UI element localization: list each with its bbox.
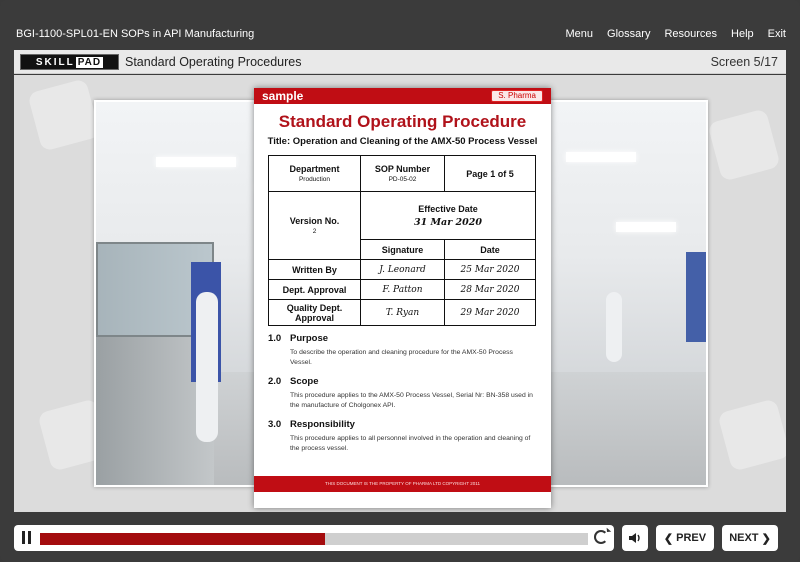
- next-button[interactable]: NEXT ❯: [722, 525, 778, 551]
- document-subtitle: Title: Operation and Cleaning of the AMX…: [267, 136, 538, 147]
- replay-icon[interactable]: [594, 530, 608, 544]
- document-header: sample S. Pharma: [254, 88, 551, 104]
- section-responsibility: 3.0 Responsibility This procedure applies…: [268, 419, 531, 452]
- skillpad-logo: SKILL PAD: [20, 54, 119, 70]
- screen-title: Standard Operating Procedures: [125, 55, 302, 69]
- player-controls: ❮ PREV NEXT ❯: [0, 520, 800, 558]
- sop-number-cell: SOP Number PD-05-02: [360, 155, 445, 192]
- sop-document: sample S. Pharma Standard Operating Proc…: [254, 88, 551, 508]
- speaker-icon: [629, 533, 640, 543]
- audio-button[interactable]: [622, 525, 648, 551]
- progress-fill: [40, 533, 325, 545]
- pause-icon[interactable]: [22, 531, 34, 545]
- document-title: Standard Operating Procedure: [278, 112, 527, 131]
- prev-button[interactable]: ❮ PREV: [656, 525, 714, 551]
- date-header: Date: [444, 239, 536, 260]
- sop-info-table: Department Production SOP Number PD-05-02 …: [268, 155, 536, 326]
- approval-row: Dept. Approval F. Patton 28 Mar 2020: [268, 279, 536, 300]
- course-player-frame: BGI-1100-SPL01-EN SOPs in API Manufactur…: [0, 0, 800, 562]
- department-cell: Department Production: [268, 155, 361, 192]
- nav-exit[interactable]: Exit: [768, 28, 786, 40]
- nav-resources[interactable]: Resources: [664, 28, 717, 40]
- progress-track[interactable]: [40, 533, 588, 545]
- approval-row: Quality Dept. Approval T. Ryan 29 Mar 20…: [268, 299, 536, 326]
- approval-row: Written By J. Leonard 25 Mar 2020: [268, 259, 536, 280]
- screen-title-bar: SKILL PAD Standard Operating Procedures S…: [14, 50, 786, 74]
- screen-counter: Screen 5/17: [710, 55, 778, 69]
- progress-bar-container: [14, 525, 614, 551]
- course-title: BGI-1100-SPL01-EN SOPs in API Manufactur…: [16, 28, 255, 40]
- sample-label: sample: [262, 89, 304, 103]
- effective-date-cell: Effective Date 31 Mar 2020: [360, 191, 536, 240]
- content-stage: sample S. Pharma Standard Operating Proc…: [14, 75, 786, 512]
- company-badge: S. Pharma: [491, 90, 543, 102]
- signature-header: Signature: [360, 239, 445, 260]
- nav-glossary[interactable]: Glossary: [607, 28, 650, 40]
- chevron-right-icon: ❯: [758, 532, 771, 545]
- top-nav: Menu Glossary Resources Help Exit: [566, 28, 786, 40]
- section-purpose: 1.0 Purpose To describe the operation and…: [268, 333, 513, 366]
- document-footer: THIS DOCUMENT IS THE PROPERTY OF PHARMA …: [254, 476, 551, 492]
- nav-menu[interactable]: Menu: [566, 28, 594, 40]
- version-cell: Version No. 2: [268, 191, 361, 260]
- section-scope: 2.0 Scope This procedure applies to the A…: [268, 376, 533, 409]
- page-cell: Page 1 of 5: [444, 155, 536, 192]
- top-bar: BGI-1100-SPL01-EN SOPs in API Manufactur…: [0, 0, 800, 46]
- sop-sections: 1.0 Purpose To describe the operation and…: [268, 333, 536, 462]
- nav-help[interactable]: Help: [731, 28, 754, 40]
- chevron-left-icon: ❮: [663, 532, 677, 545]
